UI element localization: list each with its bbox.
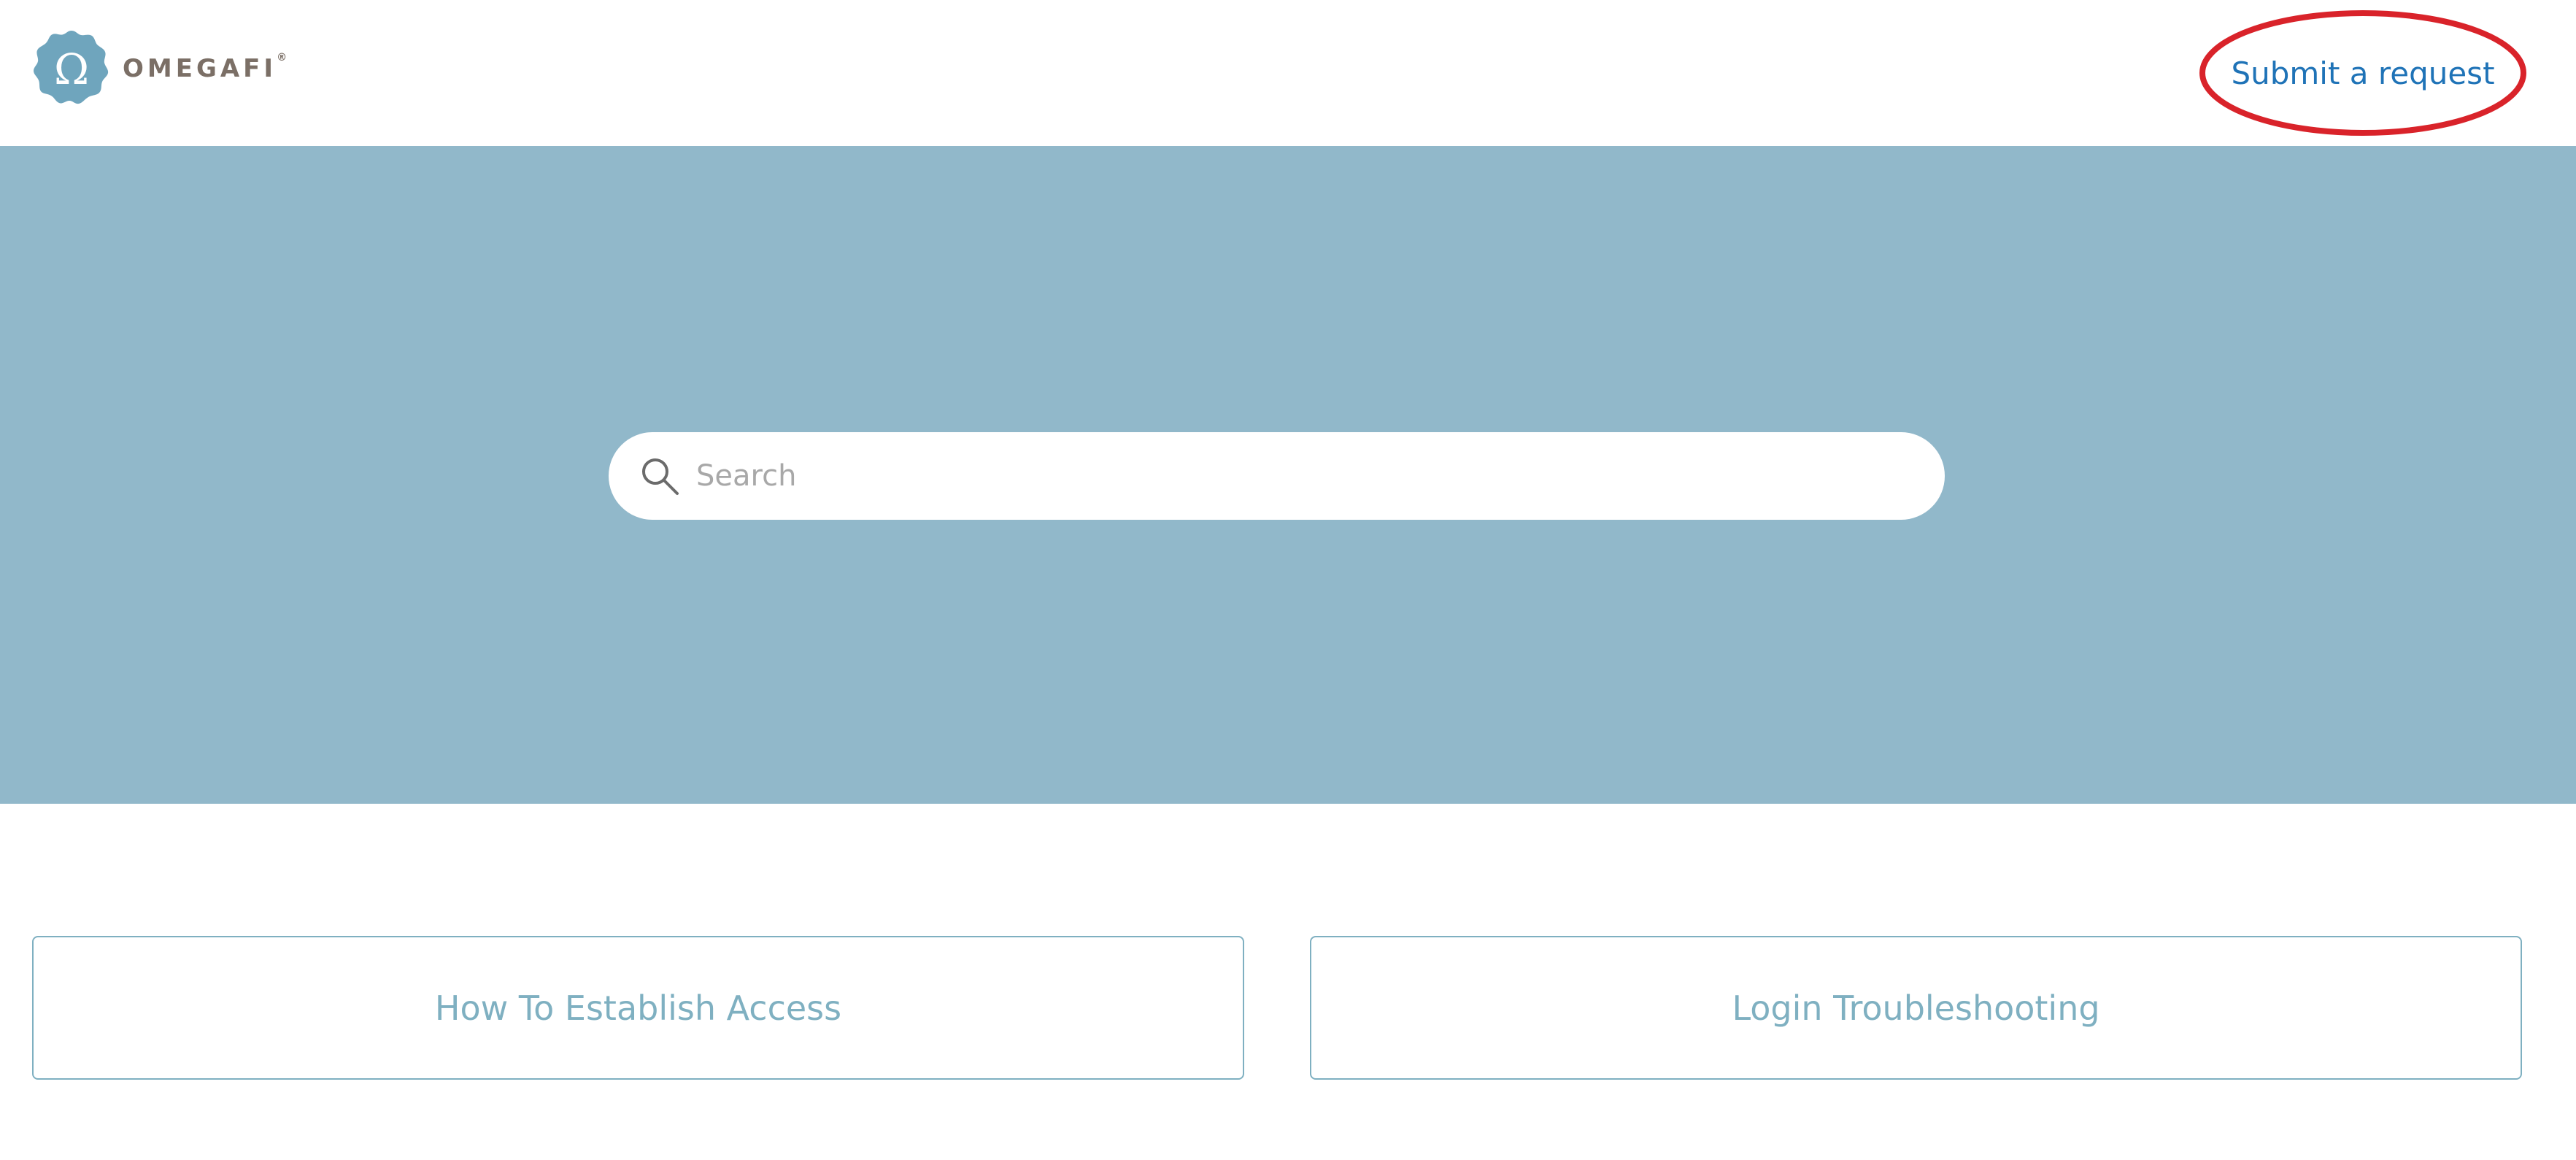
- submit-request-container: Submit a request: [2197, 7, 2529, 139]
- svg-text:Ω: Ω: [54, 45, 89, 94]
- omegafi-logo[interactable]: Ω OMEGAFI®: [31, 28, 287, 110]
- registered-mark: ®: [277, 51, 288, 64]
- category-card-establish-access[interactable]: How To Establish Access: [32, 936, 1244, 1080]
- search-input[interactable]: [696, 432, 1901, 520]
- logo-wordmark-text: OMEGAFI: [123, 54, 277, 83]
- hero-banner: [0, 146, 2576, 804]
- help-center-page: Ω OMEGAFI® Submit a request How To Estab…: [0, 0, 2576, 1160]
- category-card-label: How To Establish Access: [434, 988, 842, 1028]
- search-bar[interactable]: [609, 432, 1945, 520]
- search-icon: [642, 458, 679, 495]
- site-header: Ω OMEGAFI® Submit a request: [0, 0, 2576, 146]
- category-card-login-troubleshooting[interactable]: Login Troubleshooting: [1310, 936, 2522, 1080]
- submit-request-link[interactable]: Submit a request: [2197, 7, 2529, 139]
- logo-wordmark: OMEGAFI®: [123, 51, 288, 83]
- omega-seal-icon: Ω: [34, 31, 109, 104]
- category-card-label: Login Troubleshooting: [1732, 988, 2100, 1028]
